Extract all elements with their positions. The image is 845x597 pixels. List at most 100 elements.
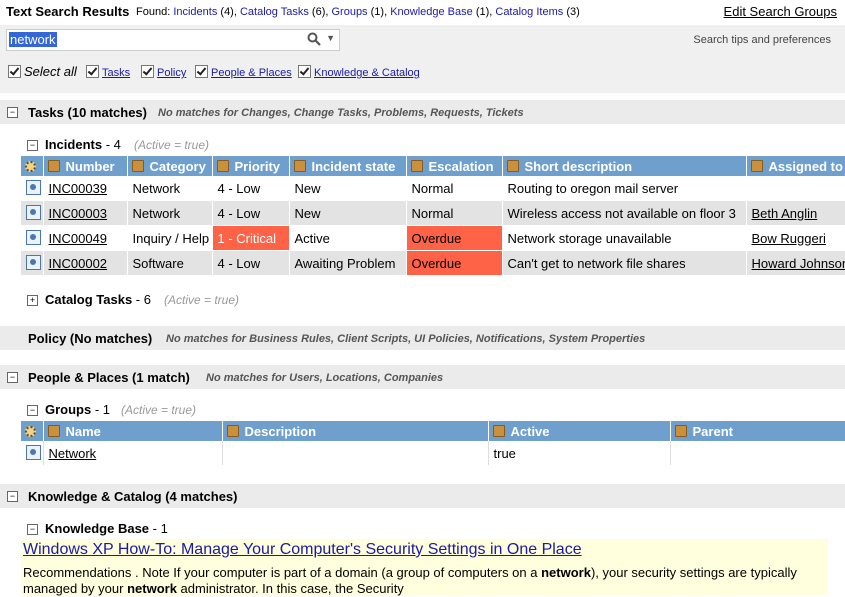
checkbox-icon[interactable]	[8, 65, 21, 78]
column-menu-icon[interactable]	[492, 424, 505, 437]
description-cell: Can't get to network file shares	[502, 250, 747, 276]
column-header[interactable]: Active	[488, 421, 671, 441]
edit-search-groups-link[interactable]: Edit Search Groups	[724, 4, 837, 19]
found-groups-link[interactable]: Groups	[331, 6, 367, 18]
collapse-icon[interactable]: −	[27, 405, 38, 416]
incidents-label: Incidents - 4	[45, 137, 121, 152]
active-cell: true	[488, 441, 671, 466]
column-menu-icon[interactable]	[226, 424, 239, 437]
article-title-link[interactable]: Windows XP How-To: Manage Your Computer'…	[23, 541, 582, 559]
record-preview-icon[interactable]	[26, 255, 41, 270]
escalation-cell: Normal	[406, 176, 503, 201]
collapse-icon[interactable]: −	[7, 107, 18, 118]
assigned-cell[interactable]	[746, 176, 845, 201]
catalog-tasks-label: Catalog Tasks - 6	[45, 292, 151, 307]
assigned-cell[interactable]: Beth Anglin	[746, 200, 845, 226]
column-menu-icon[interactable]	[410, 159, 423, 172]
collapse-icon[interactable]: −	[7, 491, 18, 502]
category-cell: Software	[127, 250, 213, 276]
checkbox-icon[interactable]	[86, 65, 99, 78]
number-cell[interactable]: INC00003	[43, 200, 128, 226]
description-cell: Wireless access not available on floor 3	[502, 200, 747, 226]
filter-checkboxes: Select all Tasks Policy People & Places …	[0, 59, 845, 93]
collapse-icon[interactable]: −	[27, 140, 38, 151]
found-catalog-tasks-link[interactable]: Catalog Tasks	[240, 6, 309, 18]
state-cell: Awaiting Problem	[289, 250, 407, 276]
collapse-icon[interactable]: −	[27, 524, 38, 535]
gear-icon[interactable]	[25, 160, 36, 172]
active-filter-note: (Active = true)	[134, 138, 210, 152]
number-cell[interactable]: INC00049	[43, 225, 128, 251]
expand-icon[interactable]: +	[27, 295, 38, 306]
column-menu-icon[interactable]	[506, 159, 519, 172]
column-menu-icon[interactable]	[293, 159, 306, 172]
assigned-cell[interactable]: Bow Ruggeri	[746, 225, 845, 251]
filter-tasks-checkbox[interactable]: Tasks	[86, 65, 130, 79]
record-preview-icon[interactable]	[26, 180, 41, 195]
column-header[interactable]: Incident state	[289, 156, 407, 176]
knowledge-base-label: Knowledge Base - 1	[45, 521, 168, 536]
column-menu-icon[interactable]	[131, 159, 144, 172]
column-header[interactable]: Name	[43, 421, 223, 441]
found-catalog-items-link[interactable]: Catalog Items	[495, 6, 563, 18]
search-input[interactable]: network ▼	[6, 29, 340, 51]
record-preview-cell[interactable]	[21, 225, 44, 251]
active-filter-note: (Active = true)	[164, 293, 240, 307]
checkbox-icon[interactable]	[195, 65, 208, 78]
column-header[interactable]: Parent	[670, 421, 845, 441]
column-menu-icon[interactable]	[47, 424, 60, 437]
collapse-icon[interactable]: −	[7, 372, 18, 383]
column-header[interactable]: Assigned to	[746, 156, 845, 176]
groups-header: − Groups - 1 (Active = true)	[0, 400, 845, 420]
description-cell: Routing to oregon mail server	[502, 176, 747, 201]
search-icon[interactable]	[307, 32, 321, 46]
column-settings[interactable]	[21, 156, 44, 176]
checkbox-icon[interactable]	[298, 65, 311, 78]
knowledge-base-header: − Knowledge Base - 1	[0, 519, 845, 539]
section-label: Knowledge & Catalog (4 matches)	[28, 489, 238, 504]
number-cell[interactable]: INC00039	[43, 176, 128, 201]
state-cell: New	[289, 176, 407, 201]
column-header[interactable]: Category	[127, 156, 213, 176]
column-menu-icon[interactable]	[47, 159, 60, 172]
record-preview-cell[interactable]	[21, 250, 44, 276]
select-all-checkbox[interactable]: Select all	[8, 64, 77, 79]
record-preview-cell[interactable]	[21, 441, 44, 466]
category-cell: Network	[127, 176, 213, 201]
column-settings[interactable]	[21, 421, 44, 441]
column-header[interactable]: Escalation	[406, 156, 503, 176]
assigned-cell[interactable]: Howard Johnson	[746, 250, 845, 276]
found-incidents-link[interactable]: Incidents	[173, 6, 217, 18]
number-cell[interactable]: INC00002	[43, 250, 128, 276]
record-preview-icon[interactable]	[26, 230, 41, 245]
gear-icon[interactable]	[25, 425, 36, 437]
filter-knowledge-catalog-checkbox[interactable]: Knowledge & Catalog	[298, 65, 420, 79]
column-menu-icon[interactable]	[674, 424, 687, 437]
parent-cell	[670, 441, 845, 466]
search-tips-link[interactable]: Search tips and preferences	[693, 34, 831, 46]
column-header[interactable]: Number	[43, 156, 128, 176]
checkbox-icon[interactable]	[141, 65, 154, 78]
section-label: People & Places (1 match)	[28, 370, 190, 385]
record-preview-icon[interactable]	[26, 445, 41, 460]
column-menu-icon[interactable]	[216, 159, 229, 172]
filter-people-places-checkbox[interactable]: People & Places	[195, 65, 292, 79]
found-knowledge-base-link[interactable]: Knowledge Base	[390, 6, 473, 18]
section-policy: Policy (No matches) No matches for Busin…	[0, 326, 845, 350]
record-preview-cell[interactable]	[21, 200, 44, 226]
section-note: No matches for Users, Locations, Compani…	[206, 372, 444, 384]
column-header[interactable]: Priority	[212, 156, 290, 176]
name-cell[interactable]: Network	[43, 441, 223, 466]
priority-cell: 4 - Low	[212, 200, 290, 226]
chevron-down-icon[interactable]: ▼	[326, 33, 335, 43]
priority-cell: 4 - Low	[212, 250, 290, 276]
table-row: INC00049 Inquiry / Help 1 - Critical Act…	[21, 225, 845, 251]
column-menu-icon[interactable]	[750, 159, 763, 172]
state-cell: New	[289, 200, 407, 226]
column-header[interactable]: Short description	[502, 156, 747, 176]
record-preview-cell[interactable]	[21, 176, 44, 201]
record-preview-icon[interactable]	[26, 205, 41, 220]
column-header[interactable]: Description	[222, 421, 489, 441]
page-title: Text Search Results	[6, 4, 130, 19]
filter-policy-checkbox[interactable]: Policy	[141, 65, 186, 79]
